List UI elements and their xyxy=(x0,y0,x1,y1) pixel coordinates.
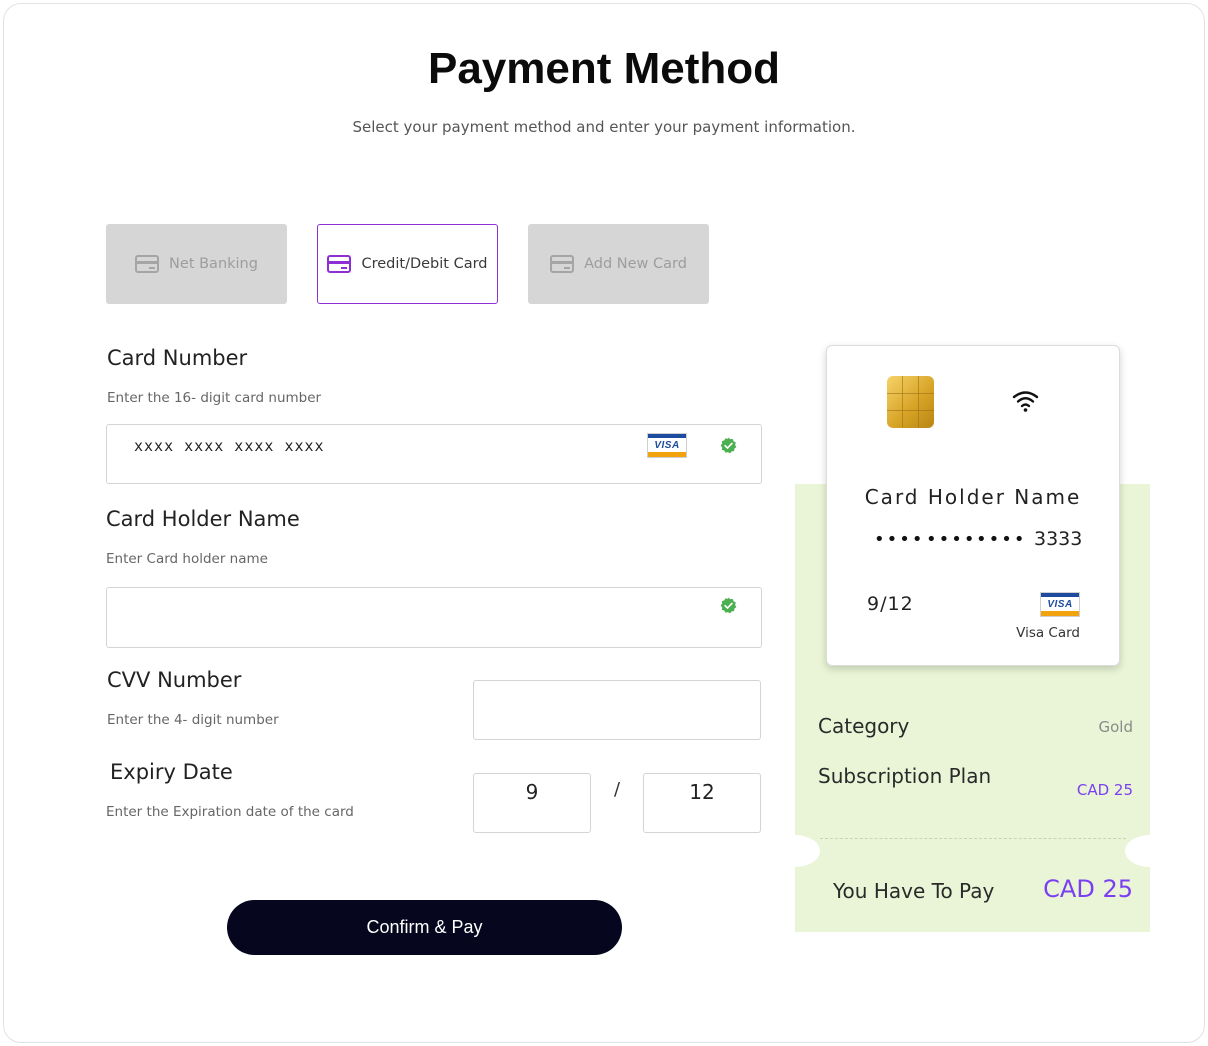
card-holder-name-text: Card Holder Name xyxy=(864,485,1082,509)
subscription-plan-label: Subscription Plan xyxy=(818,764,992,788)
card-brand-label: Visa Card xyxy=(1016,625,1080,641)
holder-name-label: Card Holder Name xyxy=(106,507,300,531)
credit-card-icon xyxy=(135,255,160,273)
expiry-month-field[interactable]: 9 xyxy=(473,773,591,833)
card-expiry-text: 9/12 xyxy=(867,593,914,615)
total-label: You Have To Pay xyxy=(833,879,995,903)
card-last-four: 3333 xyxy=(1034,528,1083,550)
expiry-label: Expiry Date xyxy=(110,760,233,784)
tab-net-banking[interactable]: Net Banking xyxy=(106,224,287,304)
page-title: Payment Method xyxy=(427,44,781,93)
credit-card-icon xyxy=(327,255,352,273)
holder-name-field[interactable] xyxy=(106,587,762,648)
holder-name-hint: Enter Card holder name xyxy=(106,551,268,567)
ticket-notch-left xyxy=(770,835,820,867)
cvv-field[interactable] xyxy=(473,680,761,740)
card-chip-icon xyxy=(887,376,934,428)
cvv-hint: Enter the 4- digit number xyxy=(107,712,279,728)
page-subtitle: Select your payment method and enter you… xyxy=(352,118,856,136)
expiry-separator: / xyxy=(614,779,621,800)
summary-divider xyxy=(820,838,1126,839)
confirm-pay-button[interactable]: Confirm & Pay xyxy=(227,900,622,955)
card-number-value: xxxx xxxx xxxx xxxx xyxy=(134,437,325,455)
category-label: Category xyxy=(818,714,910,738)
expiry-year-field[interactable]: 12 xyxy=(643,773,761,833)
category-value: Gold xyxy=(1098,718,1134,736)
tab-credit-debit-card[interactable]: Credit/Debit Card xyxy=(317,224,498,304)
card-number-label: Card Number xyxy=(107,346,248,370)
masked-digits-2: •••• xyxy=(926,529,977,550)
masked-digits-1: •••• xyxy=(874,529,925,550)
expiry-hint: Enter the Expiration date of the card xyxy=(106,804,354,820)
credit-card-icon xyxy=(550,255,575,273)
tab-add-new-card[interactable]: Add New Card xyxy=(528,224,709,304)
contactless-wifi-icon xyxy=(1012,391,1039,412)
subscription-plan-value: CAD 25 xyxy=(1076,781,1133,799)
check-badge-icon xyxy=(720,597,737,614)
total-value: CAD 25 xyxy=(1043,875,1133,903)
visa-logo-icon: VISA xyxy=(1040,592,1080,617)
cvv-label: CVV Number xyxy=(107,668,242,692)
check-badge-icon xyxy=(720,437,737,454)
tab-label: Add New Card xyxy=(584,256,687,272)
card-number-hint: Enter the 16- digit card number xyxy=(107,390,322,406)
ticket-notch-right xyxy=(1125,835,1175,867)
visa-logo-icon: VISA xyxy=(647,433,687,458)
tab-label: Net Banking xyxy=(169,256,258,272)
tab-label: Credit/Debit Card xyxy=(361,256,488,272)
masked-digits-3: •••• xyxy=(976,529,1027,550)
